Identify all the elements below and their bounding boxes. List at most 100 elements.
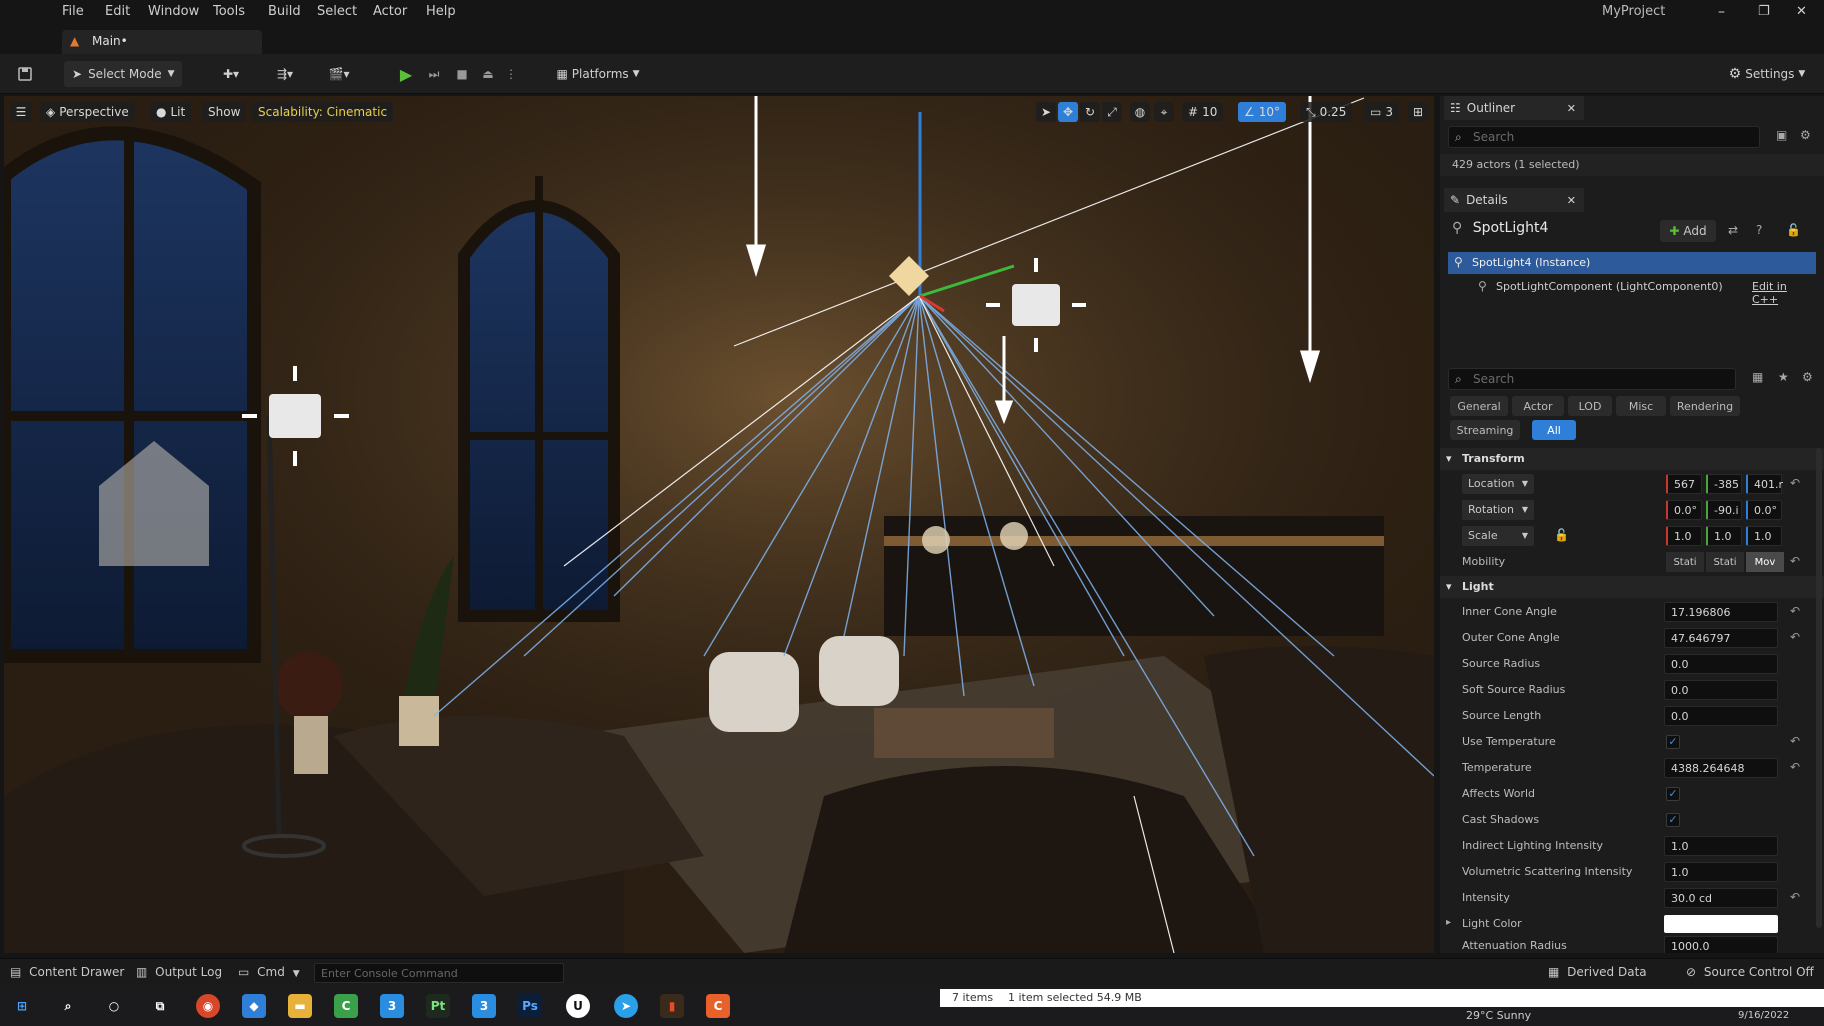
soft-source-radius-input[interactable]: 0.0	[1664, 680, 1778, 700]
details-scrollbar[interactable]	[1816, 448, 1822, 928]
app-orange-icon[interactable]: C	[706, 994, 730, 1018]
level-viewport[interactable]: ☰ ◈ Perspective ● Lit Show Scalability: …	[4, 96, 1434, 953]
close-icon[interactable]: ✕	[1567, 102, 1576, 115]
rotation-y[interactable]: -90.i	[1706, 500, 1742, 520]
settings-dropdown[interactable]: ⚙ Settings ▼	[1722, 61, 1812, 87]
help-icon[interactable]: ?	[1756, 223, 1762, 237]
rotation-z[interactable]: 0.0°	[1746, 500, 1782, 520]
taskbar-date[interactable]: 9/16/2022	[1738, 1010, 1789, 1021]
filter-rendering[interactable]: Rendering	[1670, 396, 1740, 416]
location-x[interactable]: 567	[1666, 474, 1702, 494]
outer-cone-angle-input[interactable]: 47.646797	[1664, 628, 1778, 648]
select-mode-dropdown[interactable]: ➤ Select Mode ▼	[64, 61, 182, 87]
windows-start-icon[interactable]: ⊞	[10, 994, 34, 1018]
tab-outliner[interactable]: ☷ Outliner ✕	[1444, 96, 1584, 120]
viewport-menu-icon[interactable]: ☰	[10, 102, 32, 122]
menu-build[interactable]: Build	[268, 4, 301, 19]
source-radius-input[interactable]: 0.0	[1664, 654, 1778, 674]
app-green-icon[interactable]: C	[334, 994, 358, 1018]
menu-file[interactable]: File	[62, 4, 84, 19]
scale-y[interactable]: 1.0	[1706, 526, 1742, 546]
source-length-input[interactable]: 0.0	[1664, 706, 1778, 726]
reset-icon[interactable]: ↶	[1790, 476, 1800, 490]
details-settings-icon[interactable]: ⚙	[1802, 370, 1813, 384]
weather-widget[interactable]: 29°C Sunny	[1466, 1009, 1531, 1022]
telegram-icon[interactable]: ➤	[614, 994, 638, 1018]
outliner-search-input[interactable]: ⌕ Search	[1448, 126, 1760, 148]
mobility-stationary[interactable]: Stati	[1706, 552, 1744, 572]
scale-x[interactable]: 1.0	[1666, 526, 1702, 546]
section-light[interactable]: ▾ Light	[1440, 576, 1824, 598]
menu-actor[interactable]: Actor	[373, 4, 407, 19]
stop-icon[interactable]: ■	[450, 61, 474, 87]
rotation-x[interactable]: 0.0°	[1666, 500, 1702, 520]
tab-details[interactable]: ✎ Details ✕	[1444, 188, 1584, 212]
grid-snap-button[interactable]: # 10	[1182, 102, 1224, 122]
scale-snap-button[interactable]: ⤡ 0.25	[1300, 102, 1353, 122]
rotate-tool-icon[interactable]: ↻	[1080, 102, 1100, 122]
more-options-icon[interactable]: ⋮	[502, 61, 520, 87]
save-icon[interactable]	[12, 61, 38, 87]
menu-window[interactable]: Window	[148, 4, 199, 19]
filter-actor[interactable]: Actor	[1512, 396, 1564, 416]
platforms-dropdown[interactable]: ▦ Platforms ▼	[552, 61, 644, 87]
affects-world-checkbox[interactable]: ✓	[1666, 787, 1680, 801]
search-icon[interactable]: ⌕	[56, 994, 80, 1018]
use-temperature-checkbox[interactable]: ✓	[1666, 735, 1680, 749]
show-button[interactable]: Show	[202, 102, 247, 122]
component-row-instance[interactable]: ⚲ SpotLight4 (Instance)	[1448, 252, 1816, 274]
task-view-icon[interactable]: ⧉	[148, 994, 172, 1018]
add-content-icon[interactable]: ✚▾	[214, 61, 248, 87]
perspective-button[interactable]: ◈ Perspective	[40, 102, 135, 122]
lit-button[interactable]: ● Lit	[150, 102, 192, 122]
angle-snap-button[interactable]: ∠ 10°	[1238, 102, 1287, 122]
filter-misc[interactable]: Misc	[1616, 396, 1666, 416]
chrome-icon[interactable]: ◉	[196, 994, 220, 1018]
rotation-dropdown[interactable]: Rotation ▼	[1462, 500, 1534, 520]
file-explorer-icon[interactable]: ▬	[288, 994, 312, 1018]
step-icon[interactable]: ⏭	[422, 61, 446, 87]
section-transform[interactable]: ▾ Transform	[1440, 448, 1824, 470]
cinematics-icon[interactable]: 🎬▾	[320, 61, 358, 87]
app-blue-icon[interactable]: ◆	[242, 994, 266, 1018]
app-3b-icon[interactable]: 3	[472, 994, 496, 1018]
camera-speed-button[interactable]: ▭ 3	[1364, 102, 1399, 122]
indirect-lighting-input[interactable]: 1.0	[1664, 836, 1778, 856]
table-view-icon[interactable]: ▦	[1752, 370, 1763, 384]
scale-tool-icon[interactable]: ⤢	[1102, 102, 1122, 122]
pycharm-icon[interactable]: Pt	[426, 994, 450, 1018]
app-3-icon[interactable]: 3	[380, 994, 404, 1018]
world-space-icon[interactable]: ◍	[1130, 102, 1150, 122]
edit-cpp-link[interactable]: Edit in C++	[1752, 280, 1816, 306]
blueprint-convert-icon[interactable]: ⇄	[1728, 223, 1738, 237]
cmd-dropdown[interactable]: ▭ Cmd ▼	[238, 965, 300, 979]
details-search-input[interactable]: ⌕ Search	[1448, 368, 1736, 390]
mobility-movable[interactable]: Mov	[1746, 552, 1784, 572]
reset-icon[interactable]: ↶	[1790, 554, 1800, 568]
scale-z[interactable]: 1.0	[1746, 526, 1782, 546]
cortana-icon[interactable]: ○	[102, 994, 126, 1018]
output-log-button[interactable]: ▥ Output Log	[136, 965, 222, 979]
close-icon[interactable]: ✕	[1567, 194, 1576, 207]
photoshop-icon[interactable]: Ps	[518, 994, 542, 1018]
surface-snap-icon[interactable]: ⌖	[1154, 102, 1174, 122]
add-folder-icon[interactable]: ▣	[1776, 128, 1787, 142]
close-window-button[interactable]: ✕	[1796, 4, 1807, 19]
volumetric-scattering-input[interactable]: 1.0	[1664, 862, 1778, 882]
menu-help[interactable]: Help	[426, 4, 456, 19]
lock-icon[interactable]: 🔓	[1554, 528, 1569, 542]
blueprint-icon[interactable]: ⇶▾	[266, 61, 304, 87]
temperature-input[interactable]: 4388.264648	[1664, 758, 1778, 778]
reset-icon[interactable]: ↶	[1790, 890, 1800, 904]
source-control-button[interactable]: ⊘ Source Control Off	[1686, 965, 1814, 979]
scale-dropdown[interactable]: Scale ▼	[1462, 526, 1534, 546]
console-input[interactable]: Enter Console Command	[314, 963, 564, 983]
location-y[interactable]: -385	[1706, 474, 1742, 494]
reset-icon[interactable]: ↶	[1790, 760, 1800, 774]
translate-tool-icon[interactable]: ✥	[1058, 102, 1078, 122]
minimize-button[interactable]: –	[1718, 4, 1725, 20]
lock-icon[interactable]: 🔓	[1786, 223, 1801, 237]
add-component-button[interactable]: ✚ Add	[1660, 220, 1716, 242]
filter-general[interactable]: General	[1450, 396, 1508, 416]
scalability-button[interactable]: Scalability: Cinematic	[252, 102, 394, 122]
